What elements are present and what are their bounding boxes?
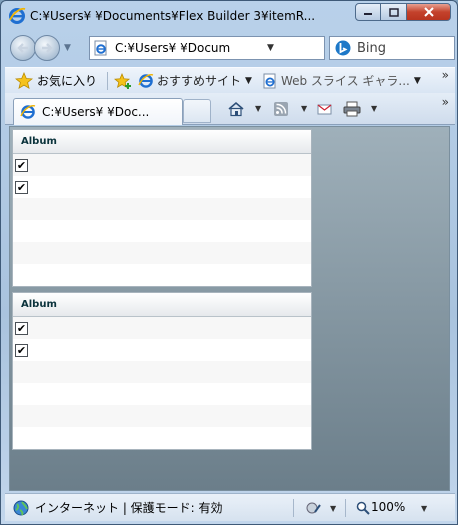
- web-slice-dropdown-icon[interactable]: ▼: [414, 76, 421, 86]
- browser-window: C:¥Users¥ ¥Documents¥Flex Builder 3¥item…: [0, 0, 458, 525]
- address-bar[interactable]: C:¥Users¥ ¥Docum ▼: [89, 36, 403, 60]
- album-datagrid-2[interactable]: Album ✔ ✔: [12, 292, 312, 450]
- table-row[interactable]: [13, 198, 311, 220]
- ie-logo-icon: [9, 7, 26, 24]
- chevron-more-icon[interactable]: »: [442, 68, 449, 82]
- check-icon: ✔: [16, 321, 27, 335]
- globe-icon: [13, 500, 29, 515]
- row-checkbox[interactable]: ✔: [15, 343, 28, 357]
- back-arrow-icon: [17, 43, 28, 53]
- table-row[interactable]: ✔: [13, 317, 311, 339]
- address-input[interactable]: C:¥Users¥ ¥Docum: [115, 41, 263, 55]
- security-zone-status[interactable]: インターネット | 保護モード: 有効: [35, 499, 223, 516]
- address-dropdown-icon[interactable]: ▼: [267, 43, 274, 53]
- print-dropdown-icon[interactable]: ▼: [371, 104, 377, 113]
- command-more-chevron-icon[interactable]: »: [442, 95, 449, 109]
- flash-content-area: Album ✔ ✔ Album ✔ ✔: [9, 126, 450, 491]
- table-row[interactable]: [13, 242, 311, 264]
- row-checkbox[interactable]: ✔: [15, 321, 28, 335]
- grid-header-album[interactable]: Album: [13, 130, 311, 154]
- check-icon: ✔: [16, 158, 27, 172]
- tab-page-icon: [20, 105, 36, 119]
- row-checkbox[interactable]: ✔: [15, 158, 28, 172]
- tab-current[interactable]: C:¥Users¥ ¥Doc...: [13, 98, 183, 125]
- navigation-bar: ▼ C:¥Users¥ ¥Docum ▼ Bing: [1, 31, 457, 65]
- table-row[interactable]: [13, 383, 311, 405]
- table-row[interactable]: ✔: [13, 154, 311, 176]
- favorites-star-icon[interactable]: [15, 71, 33, 90]
- protected-mode-settings-icon[interactable]: [305, 500, 323, 516]
- table-row[interactable]: ✔: [13, 176, 311, 198]
- grid-header-album[interactable]: Album: [13, 293, 311, 317]
- zoom-level[interactable]: 100%: [371, 500, 405, 514]
- table-row[interactable]: [13, 220, 311, 242]
- close-icon: [423, 7, 434, 17]
- page-icon: [94, 40, 107, 56]
- row-checkbox[interactable]: ✔: [15, 180, 28, 194]
- table-row[interactable]: [13, 405, 311, 427]
- web-slice-gallery-button[interactable]: Web スライス ギャラ...: [281, 72, 410, 89]
- favorites-bar: お気に入り おすすめサイト ▼ Web スライス ギャラ... ▼ »: [5, 67, 455, 93]
- title-bar[interactable]: C:¥Users¥ ¥Documents¥Flex Builder 3¥item…: [1, 1, 457, 31]
- suggested-sites-icon: [138, 73, 154, 88]
- check-icon: ✔: [16, 180, 27, 194]
- forward-arrow-icon: [42, 43, 53, 53]
- status-separator: [293, 498, 294, 517]
- suggested-sites-button[interactable]: おすすめサイト: [157, 72, 241, 89]
- table-row[interactable]: [13, 361, 311, 383]
- table-row[interactable]: [13, 427, 311, 449]
- window-title: C:¥Users¥ ¥Documents¥Flex Builder 3¥item…: [30, 9, 316, 23]
- history-dropdown-icon[interactable]: ▼: [64, 43, 71, 53]
- table-row[interactable]: ✔: [13, 339, 311, 361]
- maximize-button[interactable]: [381, 3, 407, 21]
- minimize-icon: [364, 13, 372, 15]
- back-button[interactable]: [10, 35, 36, 61]
- forward-button[interactable]: [34, 35, 60, 61]
- protected-mode-dropdown-icon[interactable]: ▼: [330, 504, 336, 513]
- favorites-button[interactable]: お気に入り: [37, 72, 97, 89]
- album-datagrid-1[interactable]: Album ✔ ✔: [12, 129, 312, 287]
- print-icon[interactable]: [343, 101, 361, 117]
- check-icon: ✔: [16, 343, 27, 357]
- status-bar: インターネット | 保護モード: 有効 ▼ 100% ▼: [5, 493, 455, 521]
- maximize-icon: [388, 7, 399, 17]
- suggested-sites-dropdown-icon[interactable]: ▼: [245, 76, 252, 86]
- table-row[interactable]: [13, 264, 311, 286]
- add-to-favorites-icon[interactable]: [114, 72, 132, 90]
- home-icon[interactable]: [227, 101, 245, 117]
- feeds-icon[interactable]: [273, 101, 289, 117]
- web-slice-icon: [263, 73, 276, 88]
- tab-bar: C:¥Users¥ ¥Doc... ▼ ▼ ▼ »: [5, 93, 455, 125]
- new-tab-button[interactable]: [183, 99, 211, 123]
- favorites-separator: [107, 71, 109, 90]
- close-button[interactable]: [407, 3, 451, 21]
- search-box[interactable]: Bing: [329, 36, 455, 60]
- window-controls: [355, 3, 451, 21]
- status-separator: [345, 498, 346, 517]
- zoom-magnifier-icon: [356, 501, 370, 515]
- minimize-button[interactable]: [355, 3, 381, 21]
- bing-icon: [335, 40, 351, 56]
- home-dropdown-icon[interactable]: ▼: [255, 104, 261, 113]
- tab-label: C:¥Users¥ ¥Doc...: [42, 105, 150, 119]
- mail-icon[interactable]: [317, 101, 333, 117]
- search-input[interactable]: Bing: [357, 41, 386, 56]
- feeds-dropdown-icon[interactable]: ▼: [301, 104, 307, 113]
- zoom-dropdown-icon[interactable]: ▼: [421, 504, 427, 513]
